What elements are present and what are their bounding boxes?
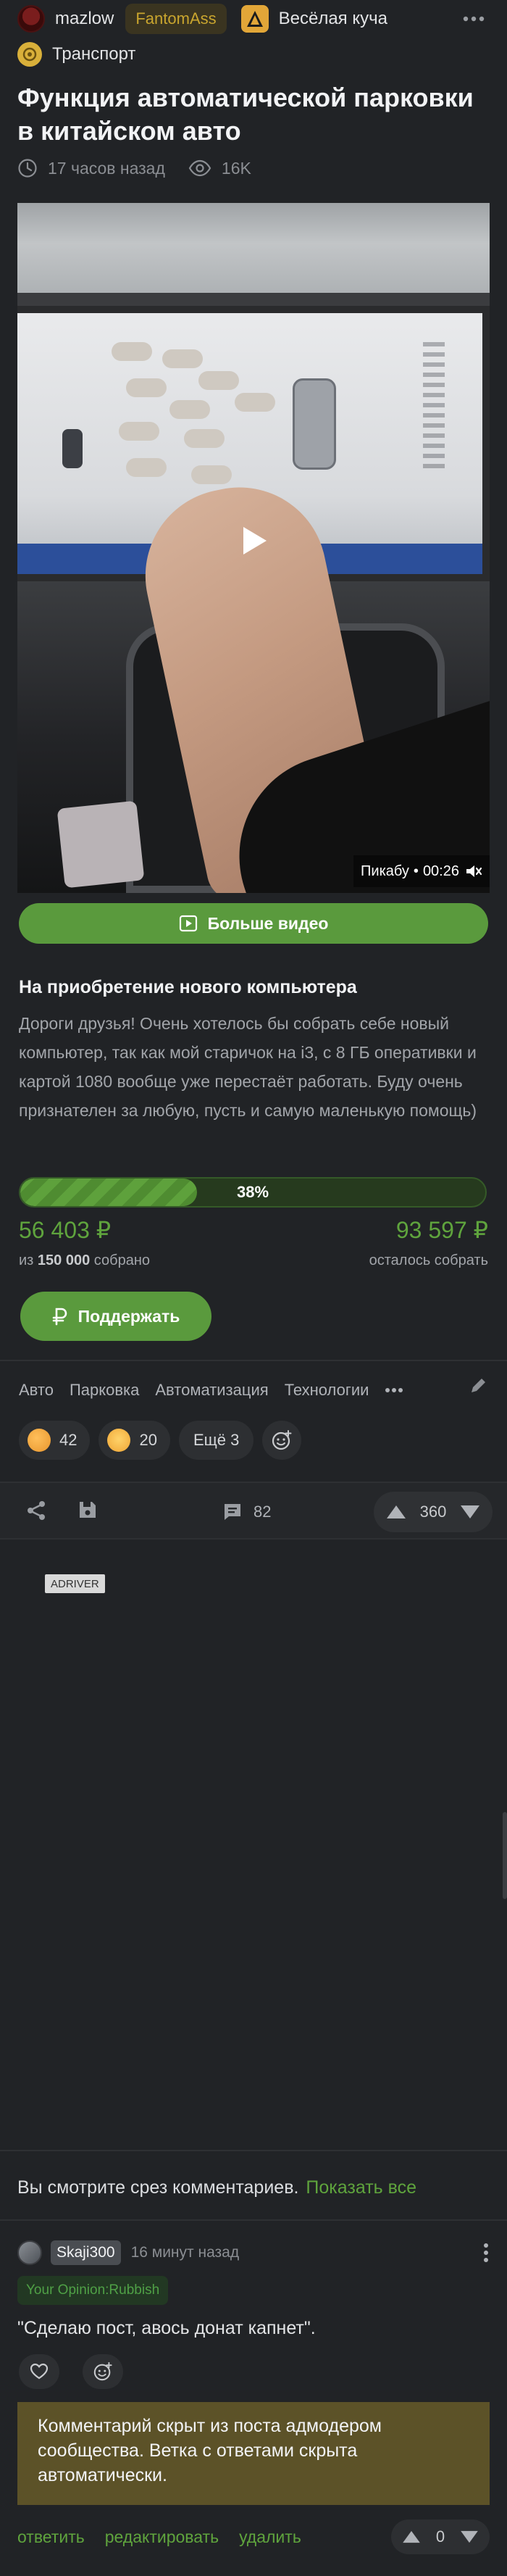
donation-goal: 150 000 bbox=[37, 1252, 91, 1268]
donation-remaining-caption: осталось собрать bbox=[369, 1252, 488, 1268]
scrollbar-thumb[interactable] bbox=[503, 1812, 507, 1899]
comment-text: "Сделаю пост, авось донат капнет". bbox=[17, 2318, 316, 2338]
post-views: 16K bbox=[221, 158, 251, 178]
comment-time: 16 минут назад bbox=[130, 2244, 240, 2261]
donation-collected: 56 403 ₽ bbox=[19, 1217, 112, 1243]
reaction-count: 20 bbox=[139, 1431, 157, 1449]
divider bbox=[0, 1360, 507, 1361]
video-frame-ceiling bbox=[17, 203, 490, 304]
donation-collected-suffix: собрано bbox=[93, 1252, 150, 1268]
save-icon[interactable] bbox=[77, 1499, 99, 1521]
more-reactions-button[interactable]: Ещё 3 bbox=[178, 1421, 254, 1460]
video-caption-separator: • bbox=[413, 863, 419, 879]
hidden-comment-notice: Комментарий скрыт из поста адмодером соо… bbox=[17, 2402, 490, 2505]
donation-collected-prefix: из bbox=[19, 1252, 34, 1268]
donation-progress-bar: 38% bbox=[19, 1177, 487, 1208]
comment-header: Skaji300 16 минут назад bbox=[17, 2237, 490, 2269]
post-time: 17 часов назад bbox=[48, 158, 165, 178]
delete-link[interactable]: удалить bbox=[239, 2527, 301, 2547]
more-tags-icon[interactable] bbox=[385, 1387, 403, 1393]
tag-item[interactable]: Автоматизация bbox=[155, 1381, 268, 1400]
eye-icon bbox=[188, 159, 211, 177]
video-caption: Пикабу • 00:26 bbox=[353, 855, 490, 887]
reaction-clap[interactable]: 42 bbox=[19, 1421, 91, 1460]
donation-text: Дороги друзья! Очень хотелось бы собрать… bbox=[19, 1014, 477, 1120]
clap-emoji-icon bbox=[28, 1429, 51, 1452]
donation-remaining: 93 597 ₽ bbox=[395, 1217, 488, 1243]
edit-icon[interactable] bbox=[468, 1376, 488, 1396]
heart-icon[interactable] bbox=[19, 2354, 59, 2389]
clock-icon bbox=[17, 158, 38, 178]
post-meta: 17 часов назад 16K bbox=[17, 152, 251, 184]
reply-link[interactable]: ответить bbox=[17, 2527, 85, 2547]
more-options-icon[interactable] bbox=[458, 4, 490, 33]
category-icon bbox=[17, 42, 42, 67]
author-badge: FantomAss bbox=[125, 4, 227, 34]
post-category[interactable]: Транспорт bbox=[17, 38, 135, 71]
tag-item[interactable]: Технологии bbox=[285, 1381, 369, 1400]
post-rating: 360 bbox=[374, 1492, 493, 1532]
more-video-label: Больше видео bbox=[207, 913, 329, 933]
divider bbox=[0, 2150, 507, 2151]
downvote-icon[interactable] bbox=[459, 1504, 481, 1520]
community-name[interactable]: Весёлая куча bbox=[279, 9, 387, 29]
post-title[interactable]: Функция автоматической парковки в китайс… bbox=[17, 81, 490, 148]
comments-count: 82 bbox=[254, 1503, 272, 1521]
video-source: Пикабу bbox=[361, 863, 409, 879]
edit-link[interactable]: редактировать bbox=[105, 2527, 219, 2547]
comment-more-icon[interactable] bbox=[482, 2242, 490, 2264]
play-icon[interactable] bbox=[233, 520, 274, 561]
divider bbox=[0, 2219, 507, 2221]
video-duration: 00:26 bbox=[422, 863, 459, 879]
video-frame-dash bbox=[17, 293, 490, 306]
support-button[interactable]: Поддержать bbox=[20, 1292, 211, 1341]
reaction-scared[interactable]: 20 bbox=[99, 1421, 170, 1460]
rating-value: 360 bbox=[419, 1503, 447, 1521]
video-player[interactable]: Пикабу • 00:26 bbox=[17, 203, 490, 893]
category-name[interactable]: Транспорт bbox=[52, 44, 135, 65]
ad-label[interactable]: ADRIVER bbox=[45, 1574, 105, 1593]
comments-button[interactable]: 82 bbox=[222, 1497, 271, 1526]
tags-list: Авто Парковка Автоматизация Технологии bbox=[19, 1376, 491, 1405]
comments-slice-notice: Вы смотрите срез комментариев. Показать … bbox=[17, 2172, 416, 2203]
tag-item[interactable]: Парковка bbox=[70, 1381, 139, 1400]
support-label: Поддержать bbox=[77, 1306, 180, 1326]
comments-slice-text: Вы смотрите срез комментариев. bbox=[17, 2177, 299, 2198]
comment-upvote-icon[interactable] bbox=[401, 2530, 422, 2544]
video-icon bbox=[179, 914, 198, 933]
commenter-avatar[interactable] bbox=[17, 2240, 42, 2265]
upvote-icon[interactable] bbox=[385, 1504, 407, 1520]
commenter-username[interactable]: Skaji300 bbox=[51, 2240, 121, 2265]
author-username[interactable]: mazlow bbox=[55, 9, 114, 29]
donation-title: На приобретение нового компьютера bbox=[19, 977, 357, 997]
add-reaction-icon[interactable] bbox=[262, 1421, 302, 1460]
more-video-button[interactable]: Больше видео bbox=[19, 903, 488, 944]
donation-collected-caption: из 150 000 собрано bbox=[19, 1252, 150, 1269]
community-icon[interactable] bbox=[240, 5, 269, 33]
user-avatar[interactable] bbox=[17, 5, 45, 33]
comment-downvote-icon[interactable] bbox=[459, 2530, 479, 2544]
share-icon[interactable] bbox=[25, 1499, 48, 1522]
commenter-flair: Your Opinion:Rubbish bbox=[17, 2276, 169, 2305]
reactions-bar: 42 20 Ещё 3 bbox=[19, 1421, 302, 1460]
add-reaction-icon[interactable] bbox=[83, 2354, 123, 2389]
comment-rating: 0 bbox=[391, 2519, 490, 2554]
ad-container bbox=[0, 1542, 507, 2151]
ruble-icon bbox=[52, 1307, 68, 1326]
tag-item[interactable]: Авто bbox=[19, 1381, 54, 1400]
show-all-comments-link[interactable]: Показать все bbox=[306, 2177, 416, 2198]
scared-emoji-icon bbox=[107, 1429, 131, 1452]
donation-progress-label: 38% bbox=[236, 1183, 269, 1201]
reaction-count: 42 bbox=[59, 1431, 77, 1449]
comment-icon bbox=[222, 1501, 243, 1523]
comment-rating-value: 0 bbox=[435, 2527, 445, 2546]
post-action-bar: 82 360 bbox=[0, 1482, 507, 1540]
comment-actions: ответить редактировать удалить bbox=[17, 2521, 322, 2553]
mute-icon[interactable] bbox=[465, 863, 482, 879]
post-header: mazlow FantomAss Весёлая куча bbox=[17, 1, 490, 36]
